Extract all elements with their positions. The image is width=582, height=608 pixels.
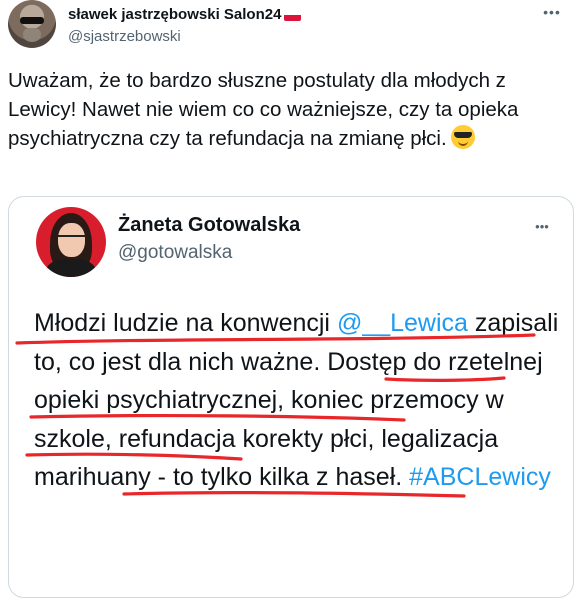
- tweet-body: Uważam, że to bardzo słuszne postulaty d…: [8, 69, 519, 150]
- smiling-face-with-sunglasses-icon: [450, 125, 475, 149]
- tweet-text: Uważam, że to bardzo słuszne postulaty d…: [8, 66, 568, 153]
- more-horizontal-icon[interactable]: •••: [531, 219, 553, 234]
- hashtag-link[interactable]: #ABCLewicy: [409, 463, 551, 491]
- avatar-glasses: [20, 17, 44, 24]
- quoted-author-avatar[interactable]: [36, 207, 106, 277]
- poland-flag-icon: [284, 9, 302, 21]
- author-handle[interactable]: @sjastrzebowski: [68, 28, 181, 45]
- author-display-name[interactable]: sławek jastrzębowski Salon24: [68, 6, 302, 23]
- quoted-author-handle[interactable]: @gotowalska: [118, 242, 232, 264]
- more-horizontal-icon[interactable]: •••: [541, 4, 563, 24]
- quoted-tweet-text: Młodzi ludzie na konwencji @__Lewica zap…: [34, 304, 564, 497]
- quoted-tweet-card[interactable]: Żaneta Gotowalska @gotowalska ••• Młodzi…: [8, 196, 574, 598]
- quoted-text-part: Młodzi ludzie na konwencji: [34, 309, 337, 337]
- author-name-text: sławek jastrzębowski Salon24: [68, 6, 282, 23]
- quoted-author-name[interactable]: Żaneta Gotowalska: [118, 214, 300, 237]
- author-avatar[interactable]: [8, 0, 56, 48]
- mention-link[interactable]: @__Lewica: [337, 309, 468, 337]
- avatar-beard: [23, 28, 41, 42]
